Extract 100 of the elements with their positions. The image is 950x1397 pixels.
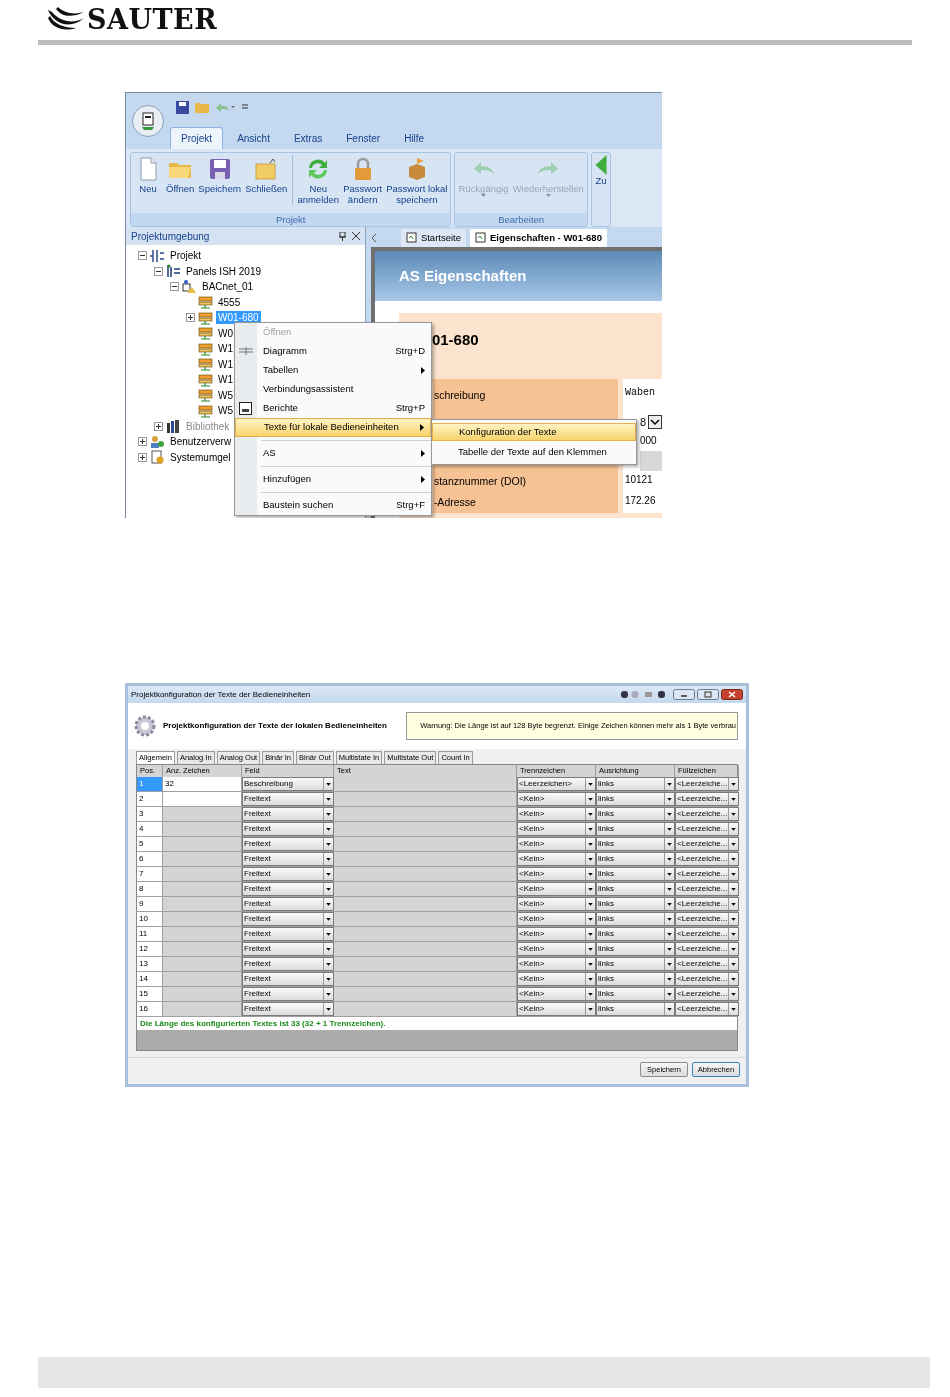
dropdown[interactable]: <Leerzeiche... — [675, 897, 739, 911]
menu-item[interactable]: Tabelle der Texte auf den Klemmen — [432, 443, 636, 461]
menu-item[interactable]: Berichte Strg+P — [235, 399, 431, 418]
tree-item[interactable]: W1 — [216, 357, 235, 371]
dropdown[interactable]: Freitext — [242, 927, 334, 941]
collapse-icon[interactable] — [138, 251, 147, 261]
dropdown[interactable]: <Leerzeiche... — [675, 792, 739, 806]
menu-item[interactable]: Tabellen — [235, 361, 431, 380]
ribbon-tab[interactable]: Projekt — [170, 127, 224, 149]
dropdown[interactable]: <Leerzeiche... — [675, 882, 739, 896]
dropdown[interactable]: links — [596, 912, 675, 926]
ribbon-tab[interactable]: Ansicht — [227, 128, 280, 149]
tree-item[interactable]: Panels ISH 2019 — [184, 264, 264, 278]
dropdown[interactable]: <Leerzeiche... — [675, 927, 739, 941]
row-number-cell[interactable]: 10 — [137, 912, 163, 926]
save-icon[interactable] — [176, 100, 189, 114]
dropdown[interactable]: links — [596, 927, 675, 941]
dropdown[interactable]: links — [596, 942, 675, 956]
dropdown[interactable]: <Leerzeiche... — [675, 867, 739, 881]
close-icon[interactable] — [351, 231, 360, 240]
expand-icon[interactable] — [138, 437, 147, 447]
document-tab[interactable]: Startseite — [400, 228, 466, 247]
expand-icon[interactable] — [154, 421, 163, 431]
ribbon-tab[interactable]: Hilfe — [394, 128, 435, 149]
dropdown[interactable]: links — [596, 807, 675, 821]
ribbon-button[interactable]: Passwort ändern — [342, 155, 384, 205]
row-number-cell[interactable]: 14 — [137, 972, 163, 986]
ribbon-button[interactable]: Neu anmelden — [292, 155, 341, 205]
expand-icon[interactable] — [186, 313, 195, 323]
tree-item[interactable]: W5 — [216, 388, 235, 402]
dropdown[interactable]: <Leerzeiche... — [675, 912, 739, 926]
row-number-cell[interactable]: 11 — [137, 927, 163, 941]
close-icon[interactable] — [721, 689, 743, 700]
dropdown[interactable]: links — [596, 987, 675, 1001]
dropdown[interactable]: <Leerzeiche... — [675, 837, 739, 851]
row-number-cell[interactable]: 9 — [137, 897, 163, 911]
row-number-cell[interactable]: 2 — [137, 792, 163, 806]
dropdown[interactable]: <Kein> — [517, 792, 596, 806]
minimize-icon[interactable] — [673, 689, 695, 700]
menu-item[interactable]: Baustein suchen Strg+F — [235, 496, 431, 515]
character-count-cell[interactable]: 32 — [163, 777, 242, 791]
ribbon-button[interactable]: Zu — [593, 155, 608, 186]
pin-icon[interactable] — [338, 231, 346, 241]
customize-icon[interactable] — [241, 103, 249, 111]
dropdown[interactable]: Freitext — [242, 897, 334, 911]
dropdown[interactable]: Freitext — [242, 867, 334, 881]
dropdown[interactable]: Freitext — [242, 1002, 334, 1016]
dropdown[interactable]: <Leerzeiche... — [675, 972, 739, 986]
collapse-icon[interactable] — [154, 266, 163, 276]
tree-item[interactable]: W1 — [216, 342, 235, 356]
dropdown[interactable]: <Kein> — [517, 897, 596, 911]
row-number-cell[interactable]: 8 — [137, 882, 163, 896]
dropdown[interactable]: <Leerzeiche... — [675, 822, 739, 836]
dropdown[interactable]: links — [596, 867, 675, 881]
dropdown[interactable]: Freitext — [242, 912, 334, 926]
dropdown[interactable]: links — [596, 882, 675, 896]
dropdown[interactable]: Freitext — [242, 837, 334, 851]
ribbon-button[interactable]: Speichern — [197, 155, 243, 194]
tree-item[interactable]: W0 — [216, 326, 235, 340]
dropdown[interactable]: Freitext — [242, 957, 334, 971]
dropdown[interactable]: <Kein> — [517, 867, 596, 881]
dropdown[interactable]: <Leerzeiche... — [675, 957, 739, 971]
dropdown[interactable]: Freitext — [242, 972, 334, 986]
dropdown[interactable]: links — [596, 972, 675, 986]
tree-item[interactable]: Projekt — [168, 249, 204, 263]
dropdown[interactable]: Freitext — [242, 792, 334, 806]
document-tab[interactable]: Eigenschaften - W01-680 — [470, 228, 607, 247]
dropdown[interactable]: Freitext — [242, 987, 334, 1001]
tree-item[interactable]: Benutzerverw — [168, 435, 234, 449]
ribbon-button[interactable]: Schließen — [244, 155, 289, 194]
dropdown[interactable]: <Kein> — [517, 837, 596, 851]
dropdown[interactable]: <Leerzeiche... — [675, 852, 739, 866]
dropdown[interactable]: <Kein> — [517, 957, 596, 971]
row-number-cell[interactable]: 6 — [137, 852, 163, 866]
character-count-cell[interactable] — [163, 792, 242, 806]
dropdown[interactable]: links — [596, 792, 675, 806]
dropdown[interactable]: <Kein> — [517, 807, 596, 821]
menu-item[interactable]: Texte für lokale Bedieneinheiten — [235, 418, 431, 437]
tree-item[interactable]: 4555 — [216, 295, 243, 309]
menu-item[interactable]: Hinzufügen — [235, 470, 431, 489]
dropdown[interactable]: links — [596, 777, 675, 791]
expand-icon[interactable] — [138, 452, 147, 462]
row-number-cell[interactable]: 5 — [137, 837, 163, 851]
row-number-cell[interactable]: 7 — [137, 867, 163, 881]
tree-item[interactable]: W1 — [216, 373, 235, 387]
dropdown[interactable]: <Leerzeiche... — [675, 807, 739, 821]
dropdown[interactable]: links — [596, 897, 675, 911]
dropdown[interactable]: links — [596, 957, 675, 971]
dropdown[interactable]: <Kein> — [517, 1002, 596, 1016]
row-number-cell[interactable]: 3 — [137, 807, 163, 821]
dropdown[interactable]: links — [596, 852, 675, 866]
undo-arrow-icon[interactable] — [215, 102, 235, 112]
row-number-cell[interactable]: 16 — [137, 1002, 163, 1016]
tree-item[interactable]: Bibliothek — [184, 419, 232, 433]
dropdown[interactable]: links — [596, 837, 675, 851]
menu-item[interactable]: Konfiguration der Texte — [432, 423, 636, 441]
dropdown[interactable]: <Leerzeiche... — [675, 942, 739, 956]
dropdown[interactable]: Freitext — [242, 942, 334, 956]
dropdown[interactable]: Beschreibung — [242, 777, 334, 791]
menu-item[interactable]: AS — [235, 444, 431, 463]
